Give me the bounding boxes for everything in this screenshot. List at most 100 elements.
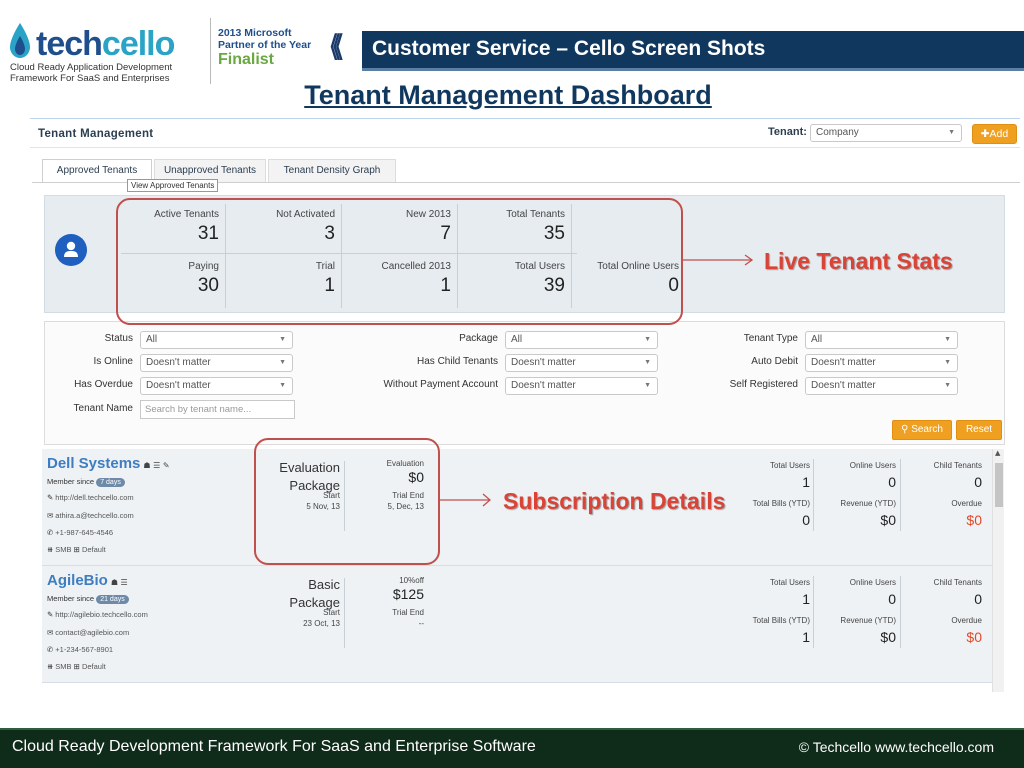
package-price: $125 bbox=[392, 586, 424, 602]
award-line3: Finalist bbox=[218, 51, 275, 68]
scroll-thumb[interactable] bbox=[995, 463, 1003, 507]
price-label: 10%off bbox=[399, 576, 424, 585]
total-users-value: 1 bbox=[802, 474, 810, 490]
metric-divider bbox=[813, 459, 814, 531]
user-avatar-icon bbox=[55, 234, 87, 266]
sitemap-icon: ⧻ bbox=[47, 545, 54, 554]
total-bills-value: 0 bbox=[802, 512, 810, 528]
tenant-phone: ✆ +1-987-645-4546 bbox=[47, 528, 113, 537]
trial-end-label: Trial End bbox=[392, 608, 424, 617]
slide-footer: Cloud Ready Development Framework For Sa… bbox=[0, 728, 1024, 768]
tenant-email[interactable]: ✉ athira.a@techcello.com bbox=[47, 511, 134, 520]
total-users-label: Total Users bbox=[769, 578, 810, 587]
self-registered-select[interactable]: Doesn't matter ▼ bbox=[805, 377, 958, 395]
add-tenant-button[interactable]: ✚Add bbox=[972, 124, 1017, 144]
tenant-select[interactable]: Company ▼ bbox=[810, 124, 962, 142]
has-child-tenants-label: Has Child Tenants bbox=[417, 356, 498, 367]
without-payment-account-select[interactable]: Doesn't matter ▼ bbox=[505, 377, 658, 395]
reset-button[interactable]: Reset bbox=[956, 420, 1002, 440]
overdue-label: Overdue bbox=[951, 616, 982, 625]
member-since-label: Member since bbox=[47, 477, 95, 486]
tenant-type-select[interactable]: All ▼ bbox=[805, 331, 958, 349]
total-users-label: Total Users bbox=[769, 461, 810, 470]
scroll-up-icon[interactable]: ▲ bbox=[995, 449, 1000, 457]
child-tenants-value: 0 bbox=[974, 474, 982, 490]
tenant-website[interactable]: ✎ http://dell.techcello.com bbox=[47, 493, 134, 502]
chevron-down-icon: ▼ bbox=[644, 359, 651, 366]
metric-divider bbox=[900, 576, 901, 648]
package-name: Basic Package bbox=[289, 577, 340, 610]
total-bills-label: Total Bills (YTD) bbox=[752, 616, 810, 625]
chevron-down-icon: ▼ bbox=[944, 336, 951, 343]
slide: techcello Cloud Ready Application Develo… bbox=[0, 0, 1024, 768]
search-button-label: Search bbox=[911, 424, 943, 435]
child-tenants-label: Child Tenants bbox=[933, 461, 982, 470]
revenue-value: $0 bbox=[880, 512, 896, 528]
total-users-value: 1 bbox=[802, 591, 810, 607]
phone-icon: ✆ bbox=[47, 528, 54, 537]
package-divider bbox=[344, 578, 345, 648]
tenant-row: AgileBio ☗ ☰ Member since 21 days ✎ http:/… bbox=[42, 566, 992, 683]
subscription-highlight-box bbox=[254, 438, 440, 565]
total-bills-label: Total Bills (YTD) bbox=[752, 499, 810, 508]
filter-panel: Status All ▼ Is Online Doesn't matter ▼ Ha… bbox=[44, 321, 1005, 445]
member-since-badge: 7 days bbox=[96, 478, 125, 487]
tenant-name-input[interactable]: Search by tenant name... bbox=[140, 400, 295, 419]
auto-debit-label: Auto Debit bbox=[751, 356, 798, 367]
grid-icon: ⊞ bbox=[73, 662, 80, 671]
award-line2: Partner of the Year bbox=[218, 39, 312, 51]
status-select[interactable]: All ▼ bbox=[140, 331, 293, 349]
overdue-label: Overdue bbox=[951, 499, 982, 508]
droplet-icon bbox=[10, 23, 30, 58]
stats-highlight-box bbox=[116, 198, 683, 325]
revenue-label: Revenue (YTD) bbox=[840, 616, 896, 625]
member-since-label: Member since bbox=[47, 594, 95, 603]
stats-callout-arrow bbox=[682, 254, 754, 266]
is-online-label: Is Online bbox=[93, 356, 133, 367]
chevron-down-icon: ▼ bbox=[644, 336, 651, 343]
tab-tenant-density-graph[interactable]: Tenant Density Graph bbox=[268, 159, 396, 182]
has-child-tenants-value: Doesn't matter bbox=[511, 357, 576, 368]
footer-copyright: © Techcello www.techcello.com bbox=[798, 739, 994, 755]
tenant-email[interactable]: ✉ contact@agilebio.com bbox=[47, 628, 129, 637]
tenant-type-value: All bbox=[811, 334, 823, 345]
online-users-value: 0 bbox=[888, 474, 896, 490]
tenant-label: Tenant: bbox=[768, 126, 807, 138]
member-since: Member since 21 days bbox=[47, 594, 129, 604]
tenant-name-link[interactable]: AgileBio ☗ ☰ bbox=[47, 572, 128, 589]
search-icon: ⚲ bbox=[901, 424, 909, 435]
tenant-phone: ✆ +1-234-567-8901 bbox=[47, 645, 113, 654]
page-title: Tenant Management bbox=[38, 128, 154, 140]
has-child-tenants-select[interactable]: Doesn't matter ▼ bbox=[505, 354, 658, 372]
package-select[interactable]: All ▼ bbox=[505, 331, 658, 349]
online-users-label: Online Users bbox=[849, 578, 896, 587]
header-divider bbox=[30, 147, 1020, 148]
has-overdue-select[interactable]: Doesn't matter ▼ bbox=[140, 377, 293, 395]
tenant-flag-icons: ☗ ☰ ✎ bbox=[143, 461, 170, 470]
tenant-list-scrollbar[interactable]: ▲ bbox=[992, 449, 1004, 692]
logo-word-tech: tech bbox=[36, 25, 103, 63]
phone-icon: ✆ bbox=[47, 645, 54, 654]
online-users-value: 0 bbox=[888, 591, 896, 607]
grid-icon: ⊞ bbox=[73, 545, 80, 554]
slide-title: Customer Service – Cello Screen Shots bbox=[372, 37, 766, 60]
tenant-type-text: SMB bbox=[55, 545, 72, 554]
tenant-name-link[interactable]: Dell Systems ☗ ☰ ✎ bbox=[47, 455, 170, 472]
package-value: All bbox=[511, 334, 523, 345]
is-online-select[interactable]: Doesn't matter ▼ bbox=[140, 354, 293, 372]
person-icon bbox=[64, 241, 78, 257]
chevron-down-icon: ▼ bbox=[948, 129, 955, 136]
metric-divider bbox=[900, 459, 901, 531]
child-tenants-label: Child Tenants bbox=[933, 578, 982, 587]
search-button[interactable]: ⚲ Search bbox=[892, 420, 952, 440]
slide-subtitle: Tenant Management Dashboard bbox=[304, 80, 712, 110]
auto-debit-value: Doesn't matter bbox=[811, 357, 876, 368]
tenant-type-text: SMB bbox=[55, 662, 72, 671]
tenant-website[interactable]: ✎ http://agilebio.techcello.com bbox=[47, 610, 148, 619]
link-icon: ✎ bbox=[47, 493, 54, 502]
auto-debit-select[interactable]: Doesn't matter ▼ bbox=[805, 354, 958, 372]
online-users-label: Online Users bbox=[849, 461, 896, 470]
trial-end-date: -- bbox=[418, 619, 424, 628]
footer-text: Cloud Ready Development Framework For Sa… bbox=[12, 738, 536, 755]
techcello-logo: techcello Cloud Ready Application Develo… bbox=[6, 18, 206, 84]
